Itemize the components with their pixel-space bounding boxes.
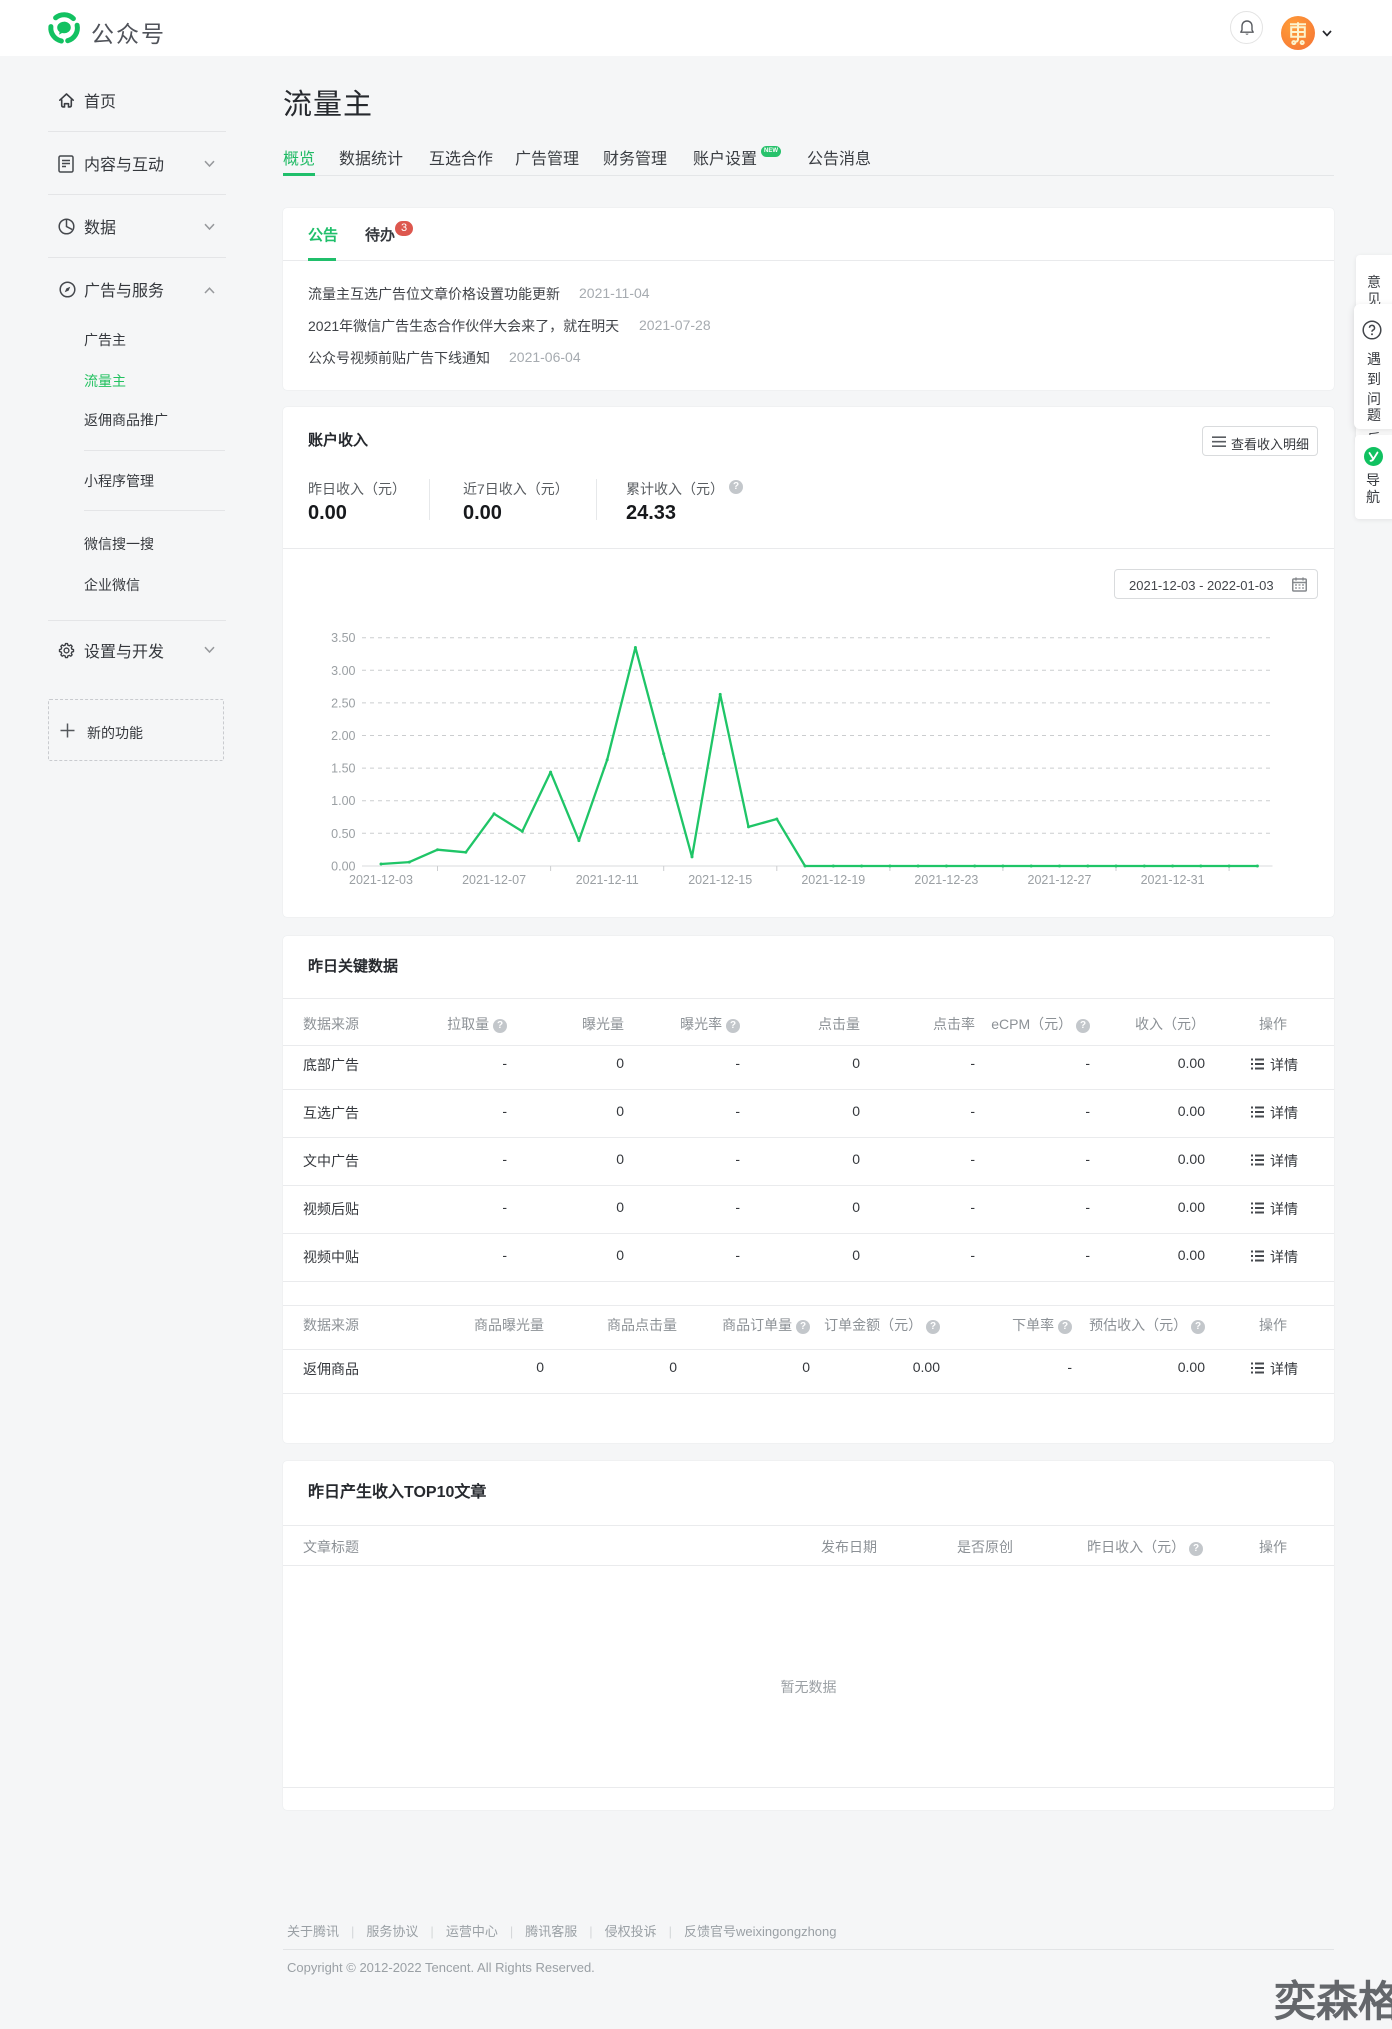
svg-text:2021-12-15: 2021-12-15 <box>688 873 752 887</box>
svg-text:2021-12-07: 2021-12-07 <box>462 873 526 887</box>
svg-text:2021-12-11: 2021-12-11 <box>576 873 639 887</box>
svg-text:0.50: 0.50 <box>331 827 355 841</box>
svg-text:2.00: 2.00 <box>331 729 355 743</box>
svg-text:3.00: 3.00 <box>331 664 355 678</box>
svg-text:2021-12-19: 2021-12-19 <box>801 873 865 887</box>
svg-text:2021-12-27: 2021-12-27 <box>1028 873 1092 887</box>
svg-text:2.50: 2.50 <box>331 696 355 710</box>
svg-text:2021-12-23: 2021-12-23 <box>914 873 978 887</box>
svg-text:0.00: 0.00 <box>331 860 355 874</box>
svg-text:2021-12-03: 2021-12-03 <box>349 873 413 887</box>
svg-text:1.50: 1.50 <box>331 762 355 776</box>
svg-text:2021-12-31: 2021-12-31 <box>1141 873 1205 887</box>
svg-text:1.00: 1.00 <box>331 794 355 808</box>
svg-text:3.50: 3.50 <box>331 631 355 645</box>
